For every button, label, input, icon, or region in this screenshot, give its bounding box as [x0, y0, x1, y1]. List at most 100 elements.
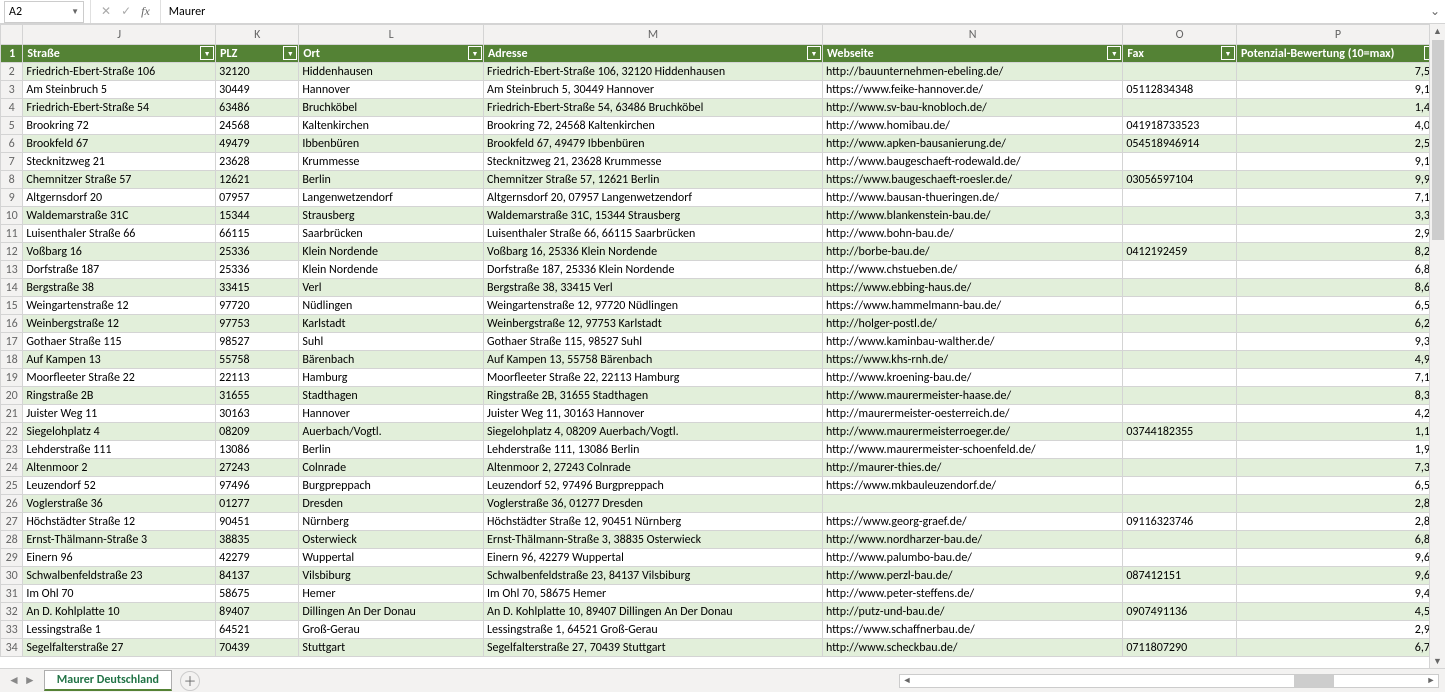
row-header[interactable]: 5	[1, 117, 23, 135]
cell-O[interactable]: 05112834348	[1123, 81, 1237, 99]
table-header-P[interactable]: Potenzial-Bewertung (10=max)▼	[1236, 45, 1439, 63]
row-header[interactable]: 25	[1, 477, 23, 495]
cell-N[interactable]: http://bauunternehmen-ebeling.de/	[822, 63, 1122, 81]
cell-L[interactable]: Dresden	[299, 495, 484, 513]
horizontal-scroll-thumb[interactable]	[1294, 675, 1334, 687]
cell-J[interactable]: Dorfstraße 187	[23, 261, 216, 279]
cell-K[interactable]: 64521	[216, 621, 299, 639]
cell-O[interactable]: 054518946914	[1123, 135, 1237, 153]
cell-J[interactable]: Luisenthaler Straße 66	[23, 225, 216, 243]
cell-N[interactable]: http://www.blankenstein-bau.de/	[822, 207, 1122, 225]
row-header[interactable]: 33	[1, 621, 23, 639]
row-header[interactable]: 6	[1, 135, 23, 153]
cell-N[interactable]: http://www.homibau.de/	[822, 117, 1122, 135]
cell-M[interactable]: Am Steinbruch 5, 30449 Hannover	[484, 81, 823, 99]
cell-M[interactable]: Auf Kampen 13, 55758 Bärenbach	[484, 351, 823, 369]
cell-N[interactable]: http://www.palumbo-bau.de/	[822, 549, 1122, 567]
row-header[interactable]: 17	[1, 333, 23, 351]
cell-P[interactable]: 6,59	[1236, 477, 1439, 495]
cell-J[interactable]: Schwalbenfeldstraße 23	[23, 567, 216, 585]
filter-dropdown-icon[interactable]: ▼	[283, 46, 297, 60]
cell-N[interactable]: http://putz-und-bau.de/	[822, 603, 1122, 621]
cell-P[interactable]: 8,62	[1236, 279, 1439, 297]
cell-K[interactable]: 07957	[216, 189, 299, 207]
cell-J[interactable]: Stecknitzweg 21	[23, 153, 216, 171]
cell-P[interactable]: 6,76	[1236, 639, 1439, 657]
cell-O[interactable]: 0907491136	[1123, 603, 1237, 621]
cell-J[interactable]: Voglerstraße 36	[23, 495, 216, 513]
cell-N[interactable]: http://www.bausan-thueringen.de/	[822, 189, 1122, 207]
confirm-icon[interactable]: ✓	[121, 4, 131, 19]
cell-K[interactable]: 30163	[216, 405, 299, 423]
row-header[interactable]: 27	[1, 513, 23, 531]
cell-O[interactable]	[1123, 63, 1237, 81]
row-header[interactable]: 2	[1, 63, 23, 81]
cell-O[interactable]	[1123, 369, 1237, 387]
row-header[interactable]: 23	[1, 441, 23, 459]
cell-P[interactable]: 4,91	[1236, 351, 1439, 369]
name-box[interactable]: A2 ▼	[4, 1, 84, 23]
sheet-tab-active[interactable]: Maurer Deutschland	[44, 670, 172, 691]
cell-P[interactable]: 4,27	[1236, 405, 1439, 423]
cell-L[interactable]: Groß-Gerau	[299, 621, 484, 639]
cell-J[interactable]: Weinbergstraße 12	[23, 315, 216, 333]
cell-M[interactable]: Friedrich-Ebert-Straße 54, 63486 Bruchkö…	[484, 99, 823, 117]
filter-dropdown-icon[interactable]: ▼	[1221, 46, 1235, 60]
cell-J[interactable]: Einern 96	[23, 549, 216, 567]
cell-N[interactable]: http://www.maurermeister-schoenfeld.de/	[822, 441, 1122, 459]
col-header-L[interactable]: L	[299, 25, 484, 45]
row-header[interactable]: 12	[1, 243, 23, 261]
cell-M[interactable]: Altenmoor 2, 27243 Colnrade	[484, 459, 823, 477]
row-header[interactable]: 21	[1, 405, 23, 423]
filter-dropdown-icon[interactable]: ▼	[468, 46, 482, 60]
cell-P[interactable]: 9,36	[1236, 333, 1439, 351]
cell-L[interactable]: Nürnberg	[299, 513, 484, 531]
table-header-N[interactable]: Webseite▼	[822, 45, 1122, 63]
cell-N[interactable]: http://www.scheckbau.de/	[822, 639, 1122, 657]
cell-L[interactable]: Verl	[299, 279, 484, 297]
cell-P[interactable]: 1,49	[1236, 99, 1439, 117]
cell-M[interactable]: Voglerstraße 36, 01277 Dresden	[484, 495, 823, 513]
cell-P[interactable]: 7,11	[1236, 369, 1439, 387]
cell-L[interactable]: Kaltenkirchen	[299, 117, 484, 135]
cell-M[interactable]: Einern 96, 42279 Wuppertal	[484, 549, 823, 567]
cell-O[interactable]	[1123, 153, 1237, 171]
cell-L[interactable]: Hemer	[299, 585, 484, 603]
cell-N[interactable]: http://borbe-bau.de/	[822, 243, 1122, 261]
cell-O[interactable]: 03744182355	[1123, 423, 1237, 441]
cell-K[interactable]: 38835	[216, 531, 299, 549]
cell-N[interactable]: https://www.baugeschaeft-roesler.de/	[822, 171, 1122, 189]
sheet-next-icon[interactable]: ►	[24, 673, 36, 688]
cell-K[interactable]: 58675	[216, 585, 299, 603]
scroll-right-icon[interactable]: ►	[1424, 675, 1438, 687]
cell-L[interactable]: Suhl	[299, 333, 484, 351]
cell-J[interactable]: Lessingstraße 1	[23, 621, 216, 639]
cell-P[interactable]: 1,12	[1236, 423, 1439, 441]
cell-O[interactable]	[1123, 207, 1237, 225]
cell-M[interactable]: Im Ohl 70, 58675 Hemer	[484, 585, 823, 603]
cell-O[interactable]	[1123, 315, 1237, 333]
cell-M[interactable]: Segelfalterstraße 27, 70439 Stuttgart	[484, 639, 823, 657]
cell-P[interactable]: 2,84	[1236, 513, 1439, 531]
cell-P[interactable]: 7,37	[1236, 459, 1439, 477]
cell-O[interactable]	[1123, 531, 1237, 549]
cell-J[interactable]: Ringstraße 2B	[23, 387, 216, 405]
cell-J[interactable]: Moorfleeter Straße 22	[23, 369, 216, 387]
cell-K[interactable]: 27243	[216, 459, 299, 477]
col-header-M[interactable]: M	[484, 25, 823, 45]
table-header-O[interactable]: Fax▼	[1123, 45, 1237, 63]
cell-L[interactable]: Dillingen An Der Donau	[299, 603, 484, 621]
cell-P[interactable]: 8,33	[1236, 387, 1439, 405]
cell-M[interactable]: Chemnitzer Straße 57, 12621 Berlin	[484, 171, 823, 189]
table-header-L[interactable]: Ort▼	[299, 45, 484, 63]
cell-O[interactable]	[1123, 99, 1237, 117]
row-header[interactable]: 8	[1, 171, 23, 189]
formula-input[interactable]: Maurer	[161, 0, 1425, 23]
cell-N[interactable]: http://www.kaminbau-walther.de/	[822, 333, 1122, 351]
row-header[interactable]: 18	[1, 351, 23, 369]
cell-O[interactable]: 0711807290	[1123, 639, 1237, 657]
cell-O[interactable]	[1123, 297, 1237, 315]
cell-K[interactable]: 70439	[216, 639, 299, 657]
cell-L[interactable]: Klein Nordende	[299, 243, 484, 261]
col-header-P[interactable]: P	[1236, 25, 1439, 45]
